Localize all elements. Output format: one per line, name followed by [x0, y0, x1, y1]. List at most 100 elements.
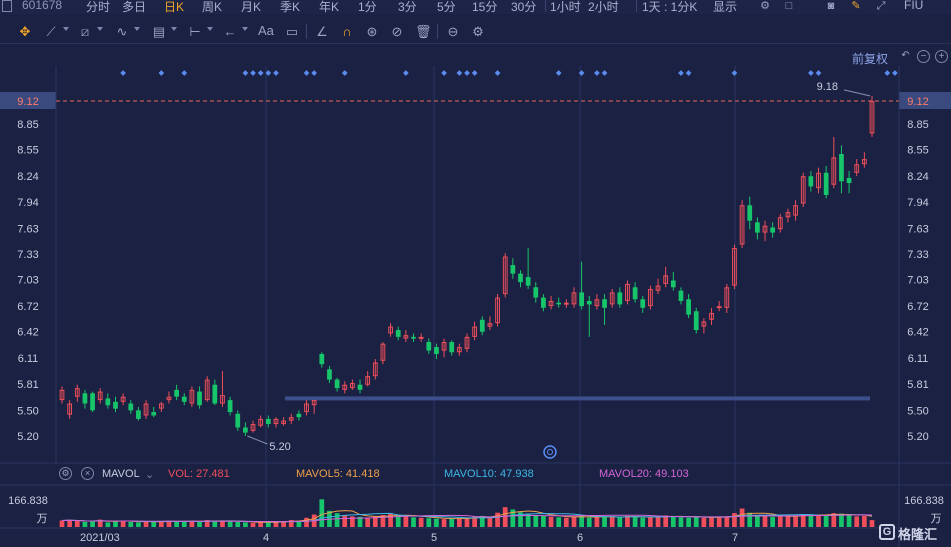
- volume-bar: [808, 515, 814, 527]
- candle-body: [319, 353, 325, 365]
- y-axis-tick-label-left: 8.24: [17, 171, 38, 183]
- volume-bar: [648, 516, 653, 527]
- event-marker: [257, 70, 264, 76]
- candle-body: [357, 384, 363, 390]
- mavol20-value: MAVOL20: 49.103: [599, 468, 689, 480]
- candle-body: [426, 341, 432, 351]
- event-marker: [464, 70, 470, 76]
- volume-bar: [678, 517, 684, 527]
- candle-body: [617, 292, 623, 305]
- volume-bar: [586, 517, 592, 527]
- candle-body: [235, 413, 241, 428]
- volume-bar: [724, 516, 730, 527]
- volume-bar: [770, 516, 776, 527]
- volume-bar: [793, 515, 798, 527]
- event-marker: [181, 70, 188, 76]
- y-axis-tick-label-right: 9.12: [907, 96, 928, 108]
- candle-body: [579, 292, 584, 307]
- volume-bar: [418, 517, 424, 527]
- candle-body: [839, 153, 844, 182]
- y-axis-tick-label-right: 7.94: [907, 197, 928, 209]
- volume-unit-left: 万: [37, 513, 48, 525]
- volume-bar: [151, 521, 157, 527]
- y-axis-tick-label-right: 8.55: [907, 145, 928, 157]
- candle-body: [755, 222, 760, 233]
- volume-bar: [487, 516, 493, 527]
- volume-bar: [403, 516, 409, 527]
- volume-bar: [785, 515, 791, 527]
- volume-bar: [816, 514, 821, 527]
- candle-body: [556, 302, 562, 305]
- event-marker: [471, 70, 478, 76]
- y-axis-tick-label-right: 7.63: [907, 223, 928, 235]
- volume-bar: [441, 519, 447, 527]
- volume-bar: [655, 516, 661, 527]
- candle-body: [418, 336, 424, 339]
- high-price-label: 9.18: [817, 81, 838, 93]
- mavol10-value: MAVOL10: 47.938: [444, 468, 534, 480]
- indicator-name[interactable]: MAVOL: [102, 468, 140, 480]
- y-axis-tick-label-left: 5.81: [17, 379, 38, 391]
- event-marker: [120, 70, 126, 76]
- vol-value: VOL: 27.481: [168, 468, 230, 480]
- candle-body: [533, 287, 539, 298]
- event-marker: [441, 70, 447, 76]
- candle-body: [686, 299, 691, 315]
- y-axis-tick-label-left: 7.94: [17, 197, 38, 209]
- candle-body: [90, 393, 95, 411]
- event-marker: [884, 70, 891, 76]
- candle-body: [716, 306, 722, 309]
- volume-bar: [632, 516, 638, 527]
- y-axis-tick-label-right: 8.85: [907, 119, 928, 131]
- candle-body: [212, 384, 218, 404]
- volume-bar: [434, 518, 439, 527]
- indicator-settings-icon[interactable]: ⚙: [59, 467, 72, 480]
- event-marker: [555, 70, 562, 76]
- volume-bar: [90, 521, 95, 527]
- volume-bar: [686, 517, 691, 527]
- y-axis-tick-label-left: 6.11: [18, 353, 39, 365]
- volume-bar: [670, 515, 676, 527]
- event-marker: [685, 70, 692, 76]
- candle-body: [846, 177, 852, 184]
- indicator-close-icon[interactable]: ×: [81, 467, 94, 480]
- candle-body: [243, 427, 248, 433]
- volume-max-label-right: 166.838: [904, 495, 944, 507]
- y-axis-tick-label-left: 9.12: [17, 96, 38, 108]
- candle-body: [128, 403, 134, 411]
- candle-body: [586, 300, 592, 305]
- volume-bar: [594, 517, 600, 527]
- event-marker: [494, 70, 501, 76]
- volume-bar: [541, 515, 546, 527]
- candle-body: [518, 273, 523, 283]
- event-marker: [731, 70, 738, 76]
- high-marker-leader: [843, 89, 871, 97]
- volume-bar: [426, 518, 432, 527]
- volume-bar: [395, 515, 401, 527]
- candle-body: [449, 341, 455, 353]
- volume-bar: [854, 516, 860, 527]
- event-marker: [456, 70, 463, 76]
- volume-bar: [548, 516, 554, 527]
- y-axis-tick-label-right: 7.03: [907, 275, 928, 287]
- volume-bar: [258, 522, 264, 527]
- volume-bar: [197, 521, 202, 527]
- candle-body: [525, 277, 531, 286]
- volume-bar: [136, 522, 141, 527]
- candle-body: [136, 410, 141, 419]
- candle-body: [296, 413, 302, 418]
- volume-bar: [747, 512, 753, 527]
- volume-bar: [617, 517, 623, 527]
- volume-indicator-bar: ⚙ × MAVOL ⌄ VOL: 27.481 MAVOL5: 41.418 M…: [0, 463, 951, 485]
- volume-bar: [533, 515, 539, 527]
- event-marker: [273, 70, 279, 76]
- candle-body: [181, 396, 187, 402]
- logo-icon: G: [879, 524, 895, 540]
- volume-bar: [243, 522, 248, 527]
- event-marker: [808, 70, 814, 76]
- volume-bar: [625, 515, 630, 527]
- scroll-latest-icon-inner: [547, 449, 553, 455]
- chevron-down-icon[interactable]: ⌄: [145, 468, 154, 481]
- candle-body: [82, 393, 88, 404]
- volume-bar: [342, 515, 348, 527]
